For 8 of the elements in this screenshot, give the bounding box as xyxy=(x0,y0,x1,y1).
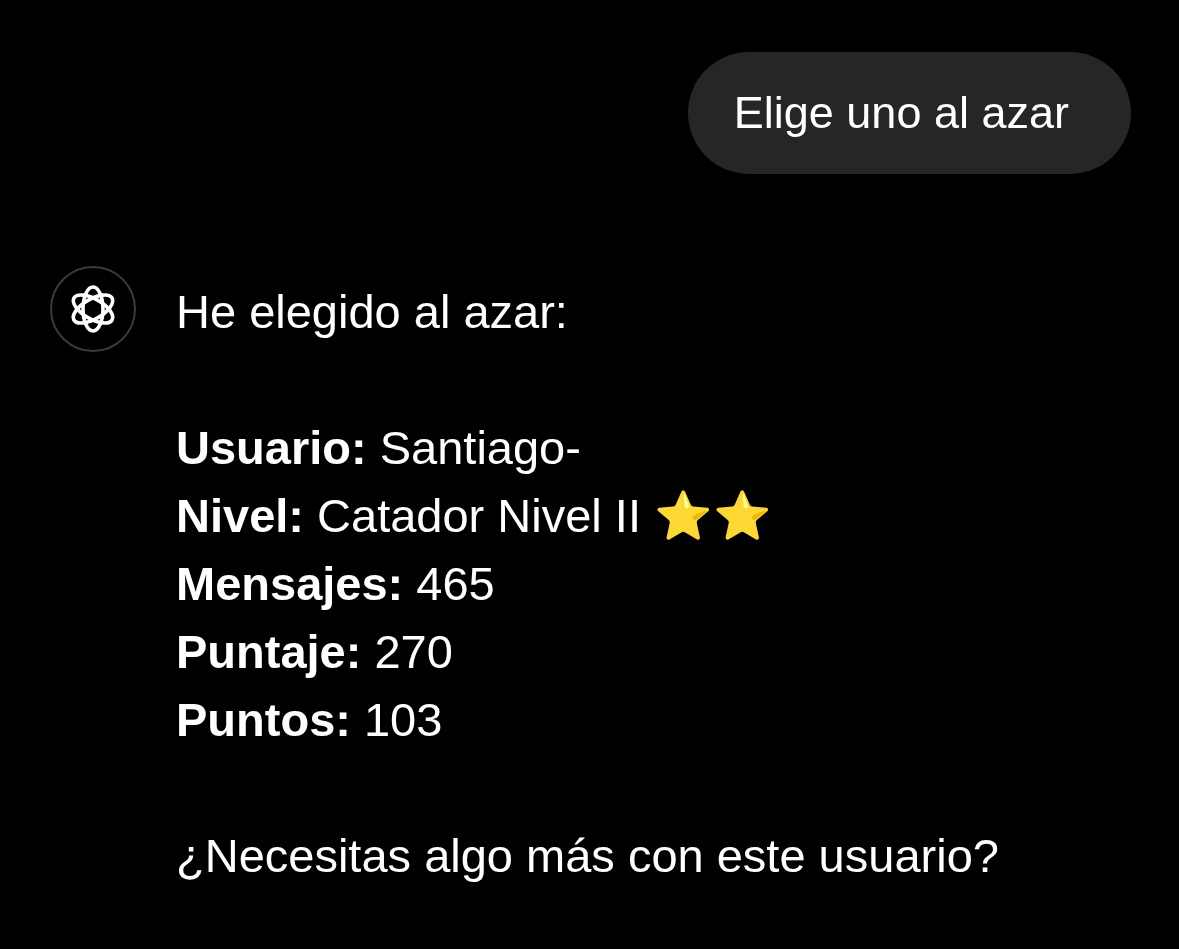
closing-question: ¿Necesitas algo más con este usuario? xyxy=(176,828,999,884)
intro-text: He elegido al azar: xyxy=(176,284,568,340)
field-line: Puntaje: 270 xyxy=(176,624,453,680)
field-line: Mensajes: 465 xyxy=(176,556,495,612)
field-line: Puntos: 103 xyxy=(176,692,443,748)
field-line: Usuario: Santiago- xyxy=(176,420,581,476)
user-message: Elige uno al azar xyxy=(687,52,1131,174)
field-line: Nivel: Catador Nivel II ⭐⭐ xyxy=(176,488,773,544)
